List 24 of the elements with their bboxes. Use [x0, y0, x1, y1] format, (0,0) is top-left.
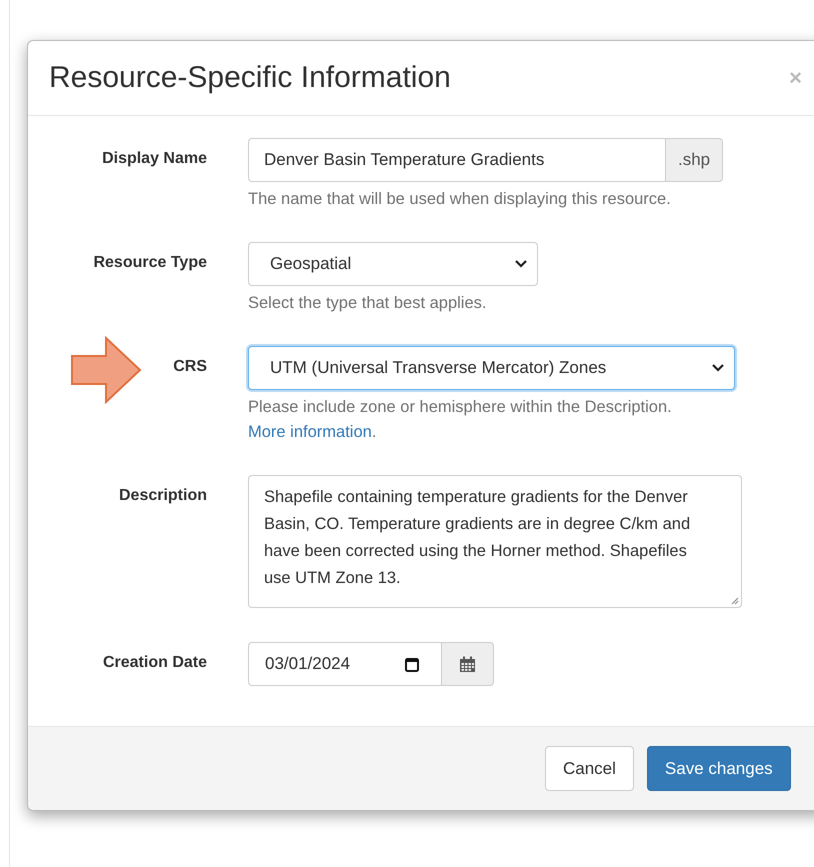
chevron-icon: [712, 364, 724, 372]
cancel-button[interactable]: Cancel: [545, 746, 634, 791]
resize-grip-icon[interactable]: [730, 596, 739, 605]
field-label: Creation Date: [102, 654, 207, 672]
chevron-icon: [515, 260, 527, 268]
field-label: Resource Type: [93, 254, 207, 272]
field-label: Description: [118, 487, 207, 505]
calendar-icon: [459, 656, 476, 672]
help-text: Please include zone or hemisphere within the Description. More information.: [248, 397, 673, 443]
dialog-title: Resource-Specific Information: [49, 61, 451, 95]
extension-addon: .shp: [666, 138, 724, 182]
description-field[interactable]: Shapefile containing temperature gradients for the Denver Basin, CO. Temperature gradients are in degree C/km and have been corrected using the Horner method. Shapefiles use UTM Zone 13.: [248, 475, 742, 608]
calendar-icon: [405, 656, 419, 672]
field-label: Display Name: [102, 150, 207, 168]
help-text: Select the type that best applies.: [248, 293, 488, 314]
dropdown-field[interactable]: UTM (Universal Transverse Mercator) Zones: [248, 346, 735, 390]
dropdown-field[interactable]: Geospatial: [248, 242, 538, 286]
calendar-button[interactable]: [442, 642, 494, 686]
save-button[interactable]: Save changes: [646, 746, 791, 791]
field-label: CRS: [173, 358, 207, 376]
more-information-link[interactable]: More information: [248, 423, 372, 441]
date-field[interactable]: 03/01/2024: [248, 642, 442, 686]
help-text: The name that will be used when displaying this resource.: [248, 189, 672, 210]
text-field[interactable]: Denver Basin Temperature Gradients: [248, 138, 666, 182]
